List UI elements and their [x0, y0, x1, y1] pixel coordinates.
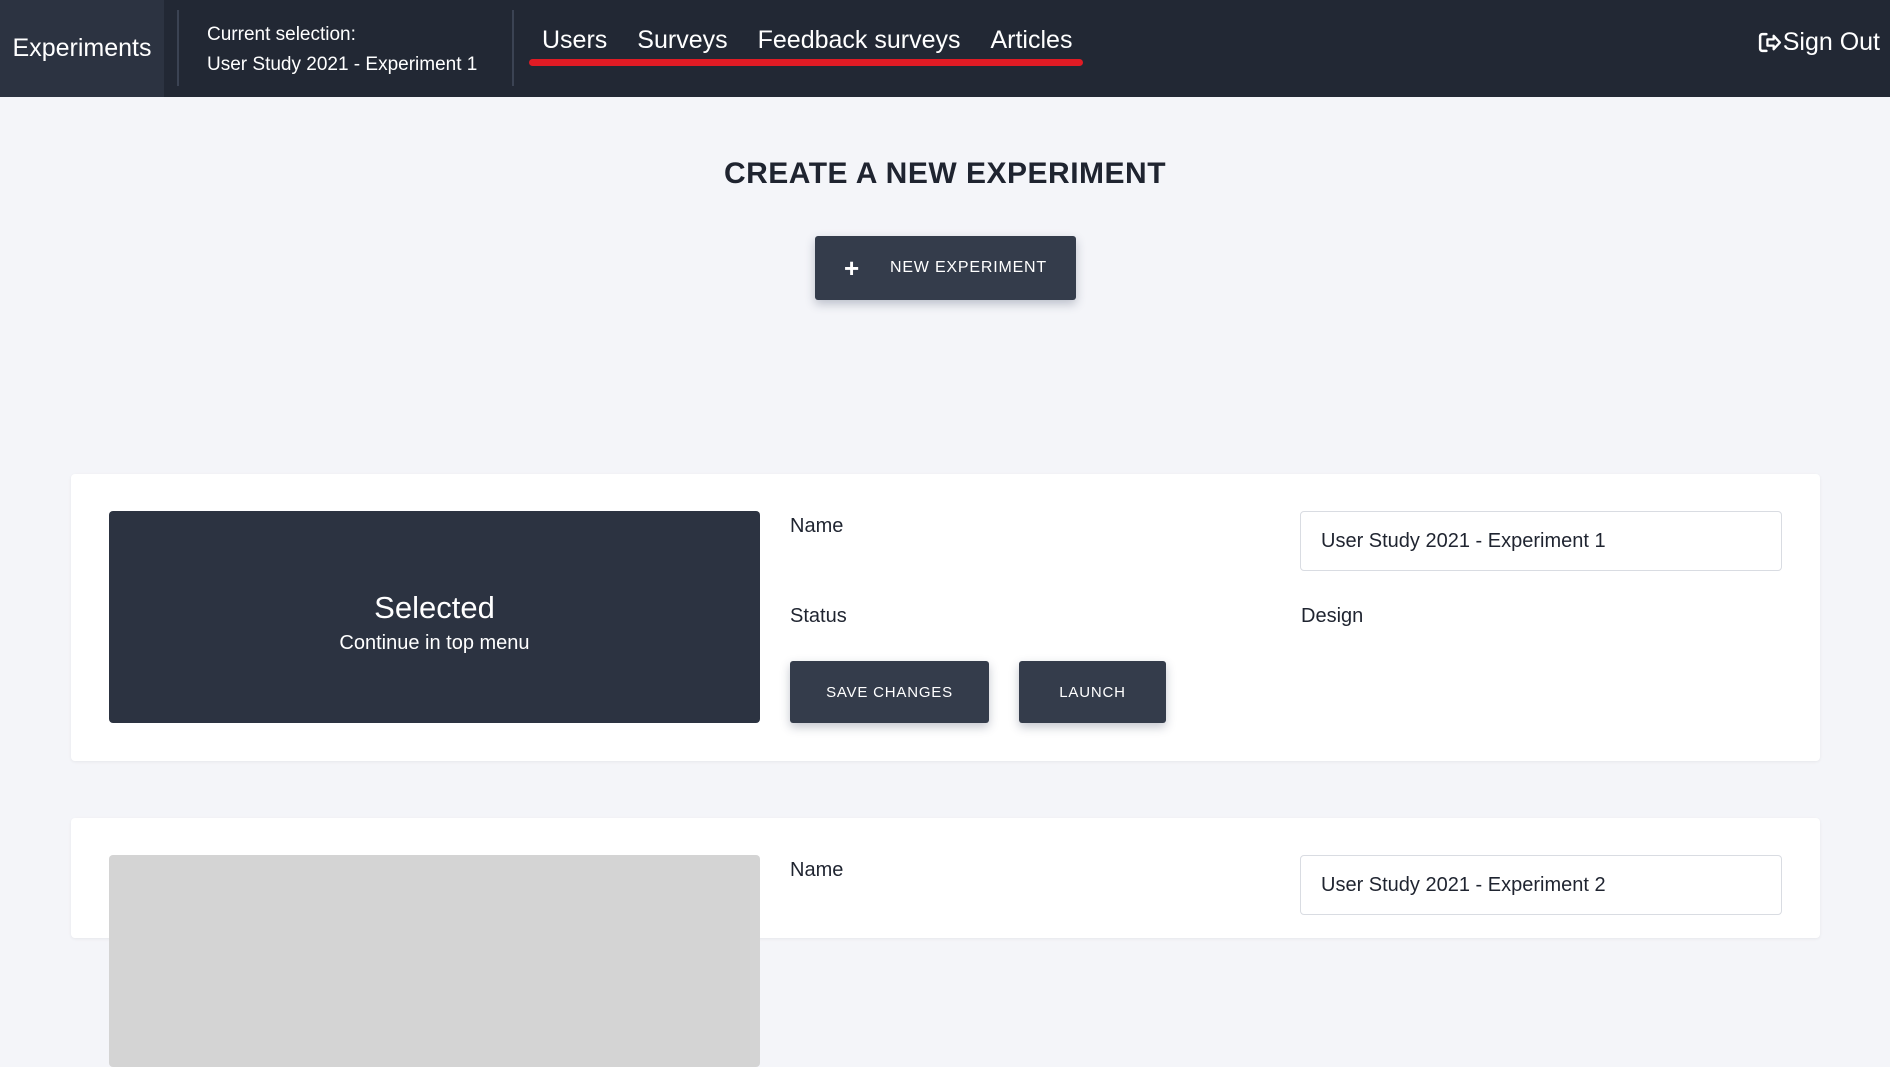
navbar-divider — [512, 10, 514, 86]
name-label: Name — [790, 859, 844, 881]
design-label: Design — [1301, 605, 1364, 627]
brand-link[interactable]: Experiments — [0, 0, 164, 97]
experiment-card: Selected Continue in top menu Name Statu… — [71, 474, 1820, 761]
new-experiment-button[interactable]: + NEW EXPERIMENT — [815, 236, 1076, 300]
experiment-thumbnail-selected[interactable]: Selected Continue in top menu — [109, 511, 760, 723]
sign-out-icon — [1758, 32, 1781, 53]
sign-out-label: Sign Out — [1782, 28, 1880, 56]
current-selection-value: User Study 2021 - Experiment 1 — [207, 54, 478, 75]
save-changes-button[interactable]: SAVE CHANGES — [790, 661, 989, 723]
experiment-card: Name — [71, 818, 1820, 1067]
thumbnail-subtitle: Continue in top menu — [339, 631, 530, 654]
name-input[interactable] — [1300, 855, 1782, 915]
status-label: Status — [790, 605, 847, 627]
page-title: CREATE A NEW EXPERIMENT — [723, 157, 1167, 190]
sign-out-link[interactable]: Sign Out — [1757, 28, 1880, 57]
experiment-thumbnail[interactable] — [109, 855, 760, 1067]
launch-button[interactable]: LAUNCH — [1019, 661, 1166, 723]
current-selection-label: Current selection: — [207, 24, 356, 45]
new-experiment-label: NEW EXPERIMENT — [889, 259, 1047, 276]
nav-highlight-underline — [529, 59, 1083, 66]
current-selection: Current selection: User Study 2021 - Exp… — [207, 20, 477, 80]
top-navbar: Experiments Current selection: User Stud… — [0, 0, 1890, 97]
navbar-divider — [177, 10, 179, 86]
plus-icon: + — [844, 253, 860, 283]
thumbnail-title: Selected — [374, 589, 495, 625]
name-label: Name — [790, 515, 844, 537]
name-input[interactable] — [1300, 511, 1782, 571]
